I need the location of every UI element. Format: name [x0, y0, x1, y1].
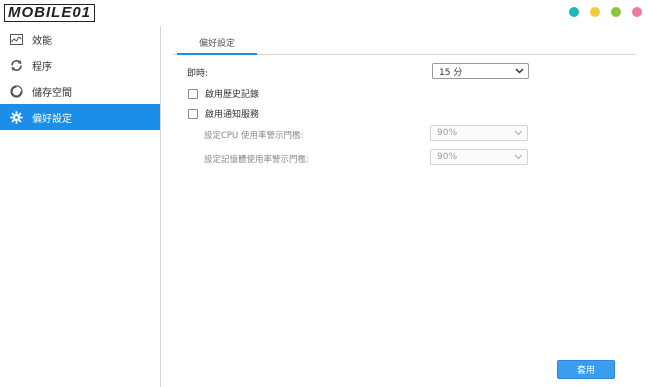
- memory-threshold-label: 設定記憶體使用率警示門檻:: [204, 155, 309, 165]
- notify-checkbox[interactable]: [188, 108, 198, 119]
- gear-icon: [9, 110, 23, 124]
- title-bar: MOBILE01: [0, 0, 648, 26]
- sidebar-item-storage[interactable]: 儲存空間: [0, 78, 160, 104]
- sidebar-item-label: 效能: [32, 35, 52, 47]
- sidebar-item-preferences[interactable]: 偏好設定: [0, 104, 160, 130]
- cpu-threshold-label: 設定CPU 使用率警示門檻:: [204, 131, 304, 141]
- notify-checkbox-label: 啟用通知服務: [205, 110, 260, 120]
- performance-icon: [9, 32, 23, 46]
- realtime-interval-select[interactable]: 15 分: [432, 63, 529, 79]
- window-button-pink[interactable]: [632, 7, 642, 17]
- history-checkbox[interactable]: [188, 88, 198, 99]
- tab-bar: 偏好設定: [173, 31, 635, 55]
- storage-icon: [9, 84, 23, 98]
- chevron-down-icon: [513, 152, 523, 162]
- main-panel: 偏好設定 即時: 15 分 啟用歷史記錄 啟用通知服務 設定CPU 使用率警示門…: [162, 26, 648, 387]
- window-controls: [569, 7, 642, 17]
- memory-threshold-value: 90%: [437, 152, 458, 162]
- logo-text: MOBILE01: [4, 4, 96, 22]
- cpu-threshold-select[interactable]: 90%: [430, 125, 528, 141]
- tab-preferences[interactable]: 偏好設定: [177, 31, 257, 55]
- sidebar-item-label: 偏好設定: [32, 113, 72, 125]
- history-checkbox-row[interactable]: 啟用歷史記錄: [188, 87, 259, 100]
- history-checkbox-label: 啟用歷史記錄: [205, 90, 260, 100]
- window-button-yellow[interactable]: [590, 7, 600, 17]
- sidebar-item-label: 程序: [32, 61, 52, 73]
- sidebar-item-label: 儲存空間: [32, 87, 72, 99]
- process-icon: [9, 58, 23, 72]
- memory-threshold-select[interactable]: 90%: [430, 149, 528, 165]
- notify-checkbox-row[interactable]: 啟用通知服務: [188, 107, 259, 120]
- sidebar: 效能 程序 儲存空間 偏好設定: [0, 26, 161, 387]
- cpu-threshold-value: 90%: [437, 128, 458, 138]
- sidebar-item-process[interactable]: 程序: [0, 52, 160, 78]
- realtime-label: 即時:: [187, 69, 209, 79]
- sidebar-item-performance[interactable]: 效能: [0, 26, 160, 52]
- window-button-green[interactable]: [611, 7, 621, 17]
- app-logo: MOBILE01: [4, 3, 96, 23]
- realtime-interval-value: 15 分: [439, 67, 463, 78]
- chevron-down-icon: [514, 66, 524, 76]
- chevron-down-icon: [513, 128, 523, 138]
- apply-button[interactable]: 套用: [557, 360, 615, 379]
- window-button-teal[interactable]: [569, 7, 579, 17]
